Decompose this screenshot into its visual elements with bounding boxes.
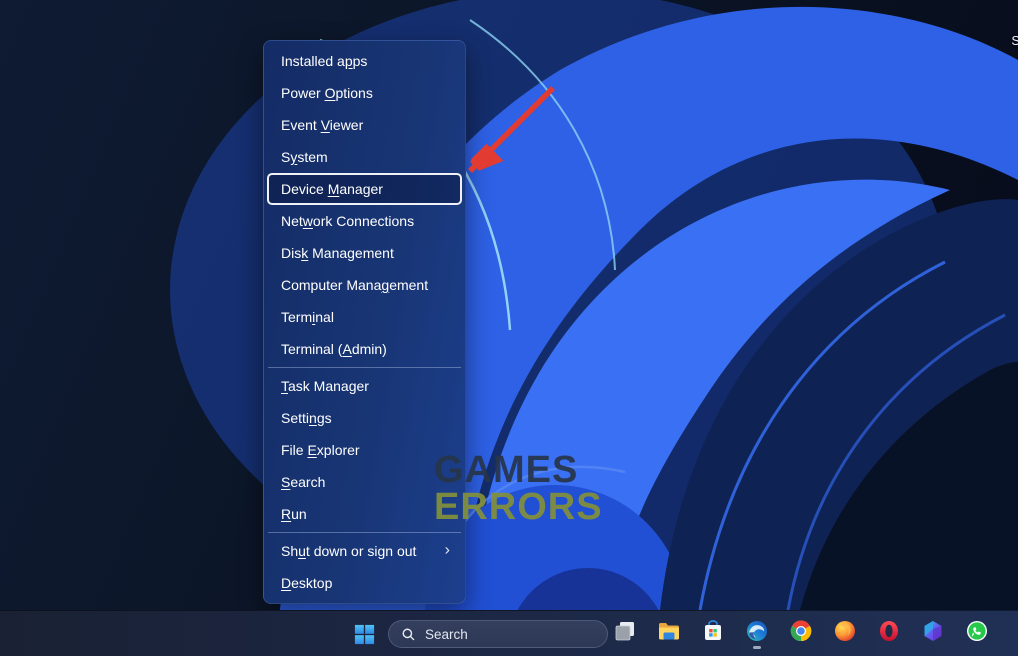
wallpaper bbox=[0, 0, 1018, 610]
microsoft-365-icon bbox=[921, 619, 945, 643]
menu-item-device-manager[interactable]: Device Manager bbox=[267, 173, 462, 205]
menu-item-terminal[interactable]: Terminal bbox=[267, 301, 462, 333]
menu-item-label: Event Viewer bbox=[281, 117, 363, 133]
task-view-icon bbox=[613, 619, 637, 643]
menu-item-installed-apps[interactable]: Installed apps bbox=[267, 45, 462, 77]
microsoft-365-button[interactable] bbox=[921, 619, 945, 649]
edge-icon bbox=[745, 619, 769, 643]
menu-item-run[interactable]: Run bbox=[267, 498, 462, 530]
menu-item-label: Run bbox=[281, 506, 307, 522]
menu-separator bbox=[268, 532, 461, 533]
menu-item-label: Search bbox=[281, 474, 325, 490]
whatsapp-button[interactable] bbox=[965, 619, 989, 649]
firefox-icon bbox=[833, 619, 857, 643]
menu-item-power-options[interactable]: Power Options bbox=[267, 77, 462, 109]
chrome-icon bbox=[789, 619, 813, 643]
menu-item-label: Device Manager bbox=[281, 181, 383, 197]
menu-item-label: Computer Management bbox=[281, 277, 428, 293]
edge-button[interactable] bbox=[745, 619, 769, 649]
search-placeholder: Search bbox=[425, 627, 468, 642]
chrome-button[interactable] bbox=[789, 619, 813, 649]
menu-item-network-connections[interactable]: Network Connections bbox=[267, 205, 462, 237]
search-icon bbox=[401, 627, 416, 642]
winx-context-menu: Installed apps Power Options Event Viewer S… bbox=[263, 40, 466, 604]
search-input[interactable]: Search bbox=[388, 620, 608, 648]
menu-item-label: Task Manager bbox=[281, 378, 369, 394]
windows-logo-icon bbox=[353, 623, 376, 646]
menu-item-label: Terminal bbox=[281, 309, 334, 325]
task-view-button[interactable] bbox=[613, 619, 637, 649]
menu-item-task-manager[interactable]: Task Manager bbox=[267, 370, 462, 402]
menu-item-search[interactable]: Search bbox=[267, 466, 462, 498]
menu-item-label: File Explorer bbox=[281, 442, 360, 458]
taskbar: Search bbox=[0, 610, 1018, 656]
menu-item-event-viewer[interactable]: Event Viewer bbox=[267, 109, 462, 141]
menu-item-desktop[interactable]: Desktop bbox=[267, 567, 462, 599]
menu-item-label: Desktop bbox=[281, 575, 332, 591]
menu-item-computer-management[interactable]: Computer Management bbox=[267, 269, 462, 301]
opera-icon bbox=[877, 619, 901, 643]
menu-item-file-explorer[interactable]: File Explorer bbox=[267, 434, 462, 466]
menu-item-label: Network Connections bbox=[281, 213, 414, 229]
menu-item-label: Settings bbox=[281, 410, 332, 426]
desktop-icon-label-cutoff: S bbox=[1011, 33, 1018, 48]
start-button[interactable] bbox=[348, 619, 380, 649]
running-indicator bbox=[753, 646, 761, 649]
menu-item-disk-management[interactable]: Disk Management bbox=[267, 237, 462, 269]
menu-item-system[interactable]: System bbox=[267, 141, 462, 173]
microsoft-store-icon bbox=[701, 619, 725, 643]
microsoft-store-button[interactable] bbox=[701, 619, 725, 649]
file-explorer-icon bbox=[657, 619, 681, 643]
menu-item-label: Disk Management bbox=[281, 245, 394, 261]
menu-item-label: System bbox=[281, 149, 328, 165]
menu-item-settings[interactable]: Settings bbox=[267, 402, 462, 434]
desktop: S Installed apps Power Options Event Viewe… bbox=[0, 0, 1018, 656]
whatsapp-icon bbox=[965, 619, 989, 643]
menu-separator bbox=[268, 367, 461, 368]
menu-item-terminal-admin[interactable]: Terminal (Admin) bbox=[267, 333, 462, 365]
firefox-button[interactable] bbox=[833, 619, 857, 649]
menu-item-label: Terminal (Admin) bbox=[281, 341, 387, 357]
taskbar-pinned-icons bbox=[613, 619, 989, 649]
opera-button[interactable] bbox=[877, 619, 901, 649]
menu-item-label: Shut down or sign out bbox=[281, 543, 416, 559]
file-explorer-button[interactable] bbox=[657, 619, 681, 649]
menu-item-shut-down-or-sign-out[interactable]: Shut down or sign out › bbox=[267, 535, 462, 567]
menu-item-label: Installed apps bbox=[281, 53, 367, 69]
submenu-chevron-icon: › bbox=[445, 541, 450, 559]
menu-item-label: Power Options bbox=[281, 85, 373, 101]
